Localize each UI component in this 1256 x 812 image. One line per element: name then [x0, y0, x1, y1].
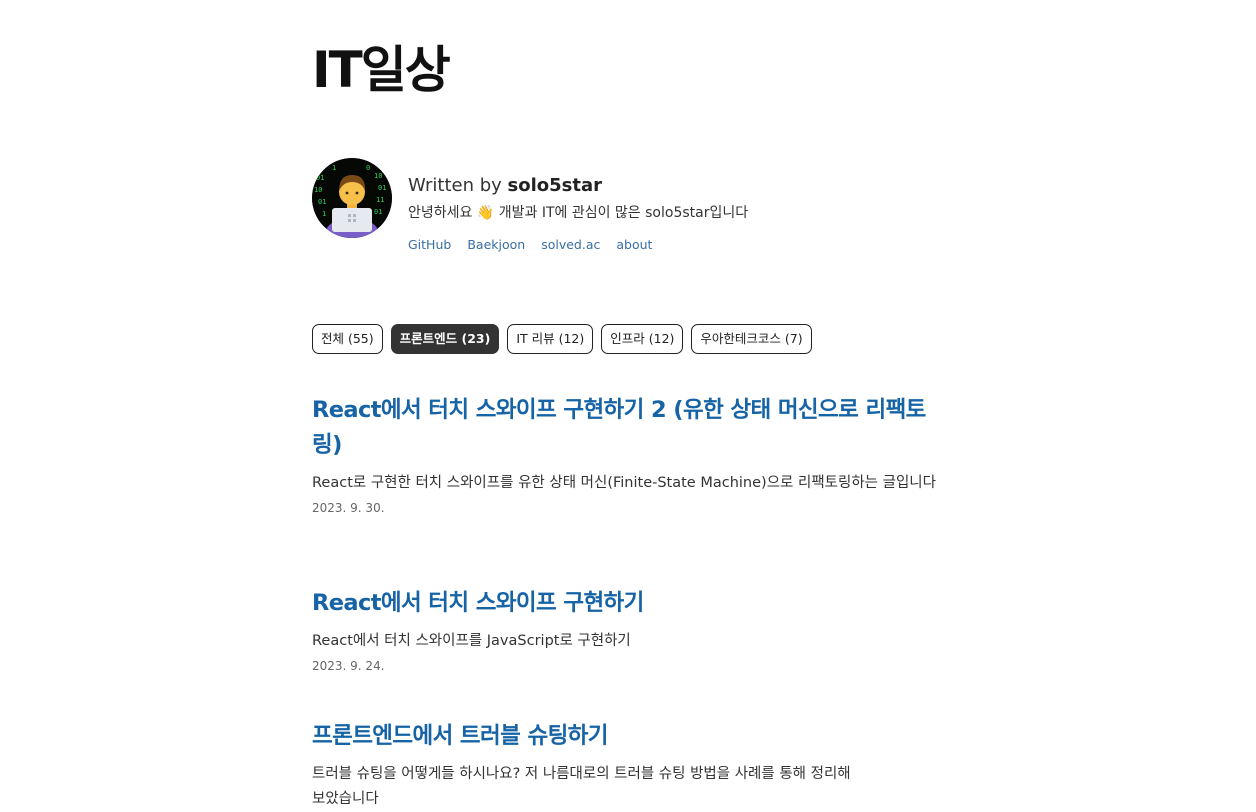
post-item: React에서 터치 스와이프 구현하기 2 (유한 상태 머신으로 리팩토링)…	[312, 393, 942, 518]
profile-links: GitHub Baekjoon solved.ac about	[408, 236, 942, 254]
baekjoon-link[interactable]: Baekjoon	[467, 236, 525, 254]
post-description: React로 구현한 터치 스와이프를 유한 상태 머신(Finite-Stat…	[312, 475, 936, 491]
about-link[interactable]: about	[616, 236, 652, 254]
avatar: 01 10 10 01 01 11 1 01 10	[312, 158, 392, 238]
svg-text:01: 01	[374, 208, 382, 216]
category-it-review[interactable]: IT 리뷰 (12)	[507, 324, 594, 354]
post-item: React에서 터치 스와이프 구현하기 React에서 터치 스와이프를 Ja…	[312, 586, 942, 676]
post-date: 2023. 9. 30.	[312, 501, 385, 515]
post-description: 트러블 슈팅을 어떻게들 하시나요? 저 나름대로의 트러블 슈팅 방법을 사례…	[312, 766, 851, 807]
category-all[interactable]: 전체 (55)	[312, 324, 383, 354]
category-filter: 전체 (55) 프론트엔드 (23) IT 리뷰 (12) 인프라 (12) 우…	[312, 324, 812, 354]
author-intro: 안녕하세요 👋 개발과 IT에 관심이 많은 solo5star입니다	[408, 205, 749, 221]
post-title[interactable]: 프론트엔드에서 트러블 슈팅하기	[312, 719, 942, 754]
category-infra[interactable]: 인프라 (12)	[601, 324, 684, 354]
post-title[interactable]: React에서 터치 스와이프 구현하기 2 (유한 상태 머신으로 리팩토링)	[312, 393, 942, 463]
site-title[interactable]: IT일상	[312, 38, 451, 102]
svg-text:1: 1	[322, 210, 326, 218]
category-woowacourse[interactable]: 우아한테크코스 (7)	[691, 324, 812, 354]
svg-text:1: 1	[332, 164, 336, 172]
developer-avatar-icon: 01 10 10 01 01 11 1 01 10	[312, 158, 392, 238]
post-date: 2023. 9. 24.	[312, 659, 385, 673]
svg-text:01: 01	[318, 198, 326, 206]
post-description: React에서 터치 스와이프를 JavaScript로 구현하기	[312, 633, 631, 649]
written-by: Written by solo5star	[408, 172, 942, 200]
svg-text:0: 0	[366, 164, 370, 172]
post-item: 프론트엔드에서 트러블 슈팅하기 트러블 슈팅을 어떻게들 하시나요? 저 나름…	[312, 719, 942, 812]
post-title[interactable]: React에서 터치 스와이프 구현하기	[312, 586, 942, 621]
svg-text:11: 11	[376, 196, 384, 204]
bio-text: Written by solo5star 안녕하세요 👋 개발과 IT에 관심이…	[408, 172, 942, 254]
author-bio: 01 10 10 01 01 11 1 01 10 Written by sol…	[312, 158, 942, 268]
svg-text:10: 10	[374, 172, 382, 180]
written-by-prefix: Written by	[408, 175, 508, 196]
category-frontend[interactable]: 프론트엔드 (23)	[390, 324, 500, 354]
svg-text:01: 01	[378, 184, 386, 192]
author-name: solo5star	[507, 175, 602, 196]
svg-text:01: 01	[316, 174, 324, 182]
solvedac-link[interactable]: solved.ac	[541, 236, 600, 254]
github-link[interactable]: GitHub	[408, 236, 451, 254]
svg-text:10: 10	[314, 186, 322, 194]
